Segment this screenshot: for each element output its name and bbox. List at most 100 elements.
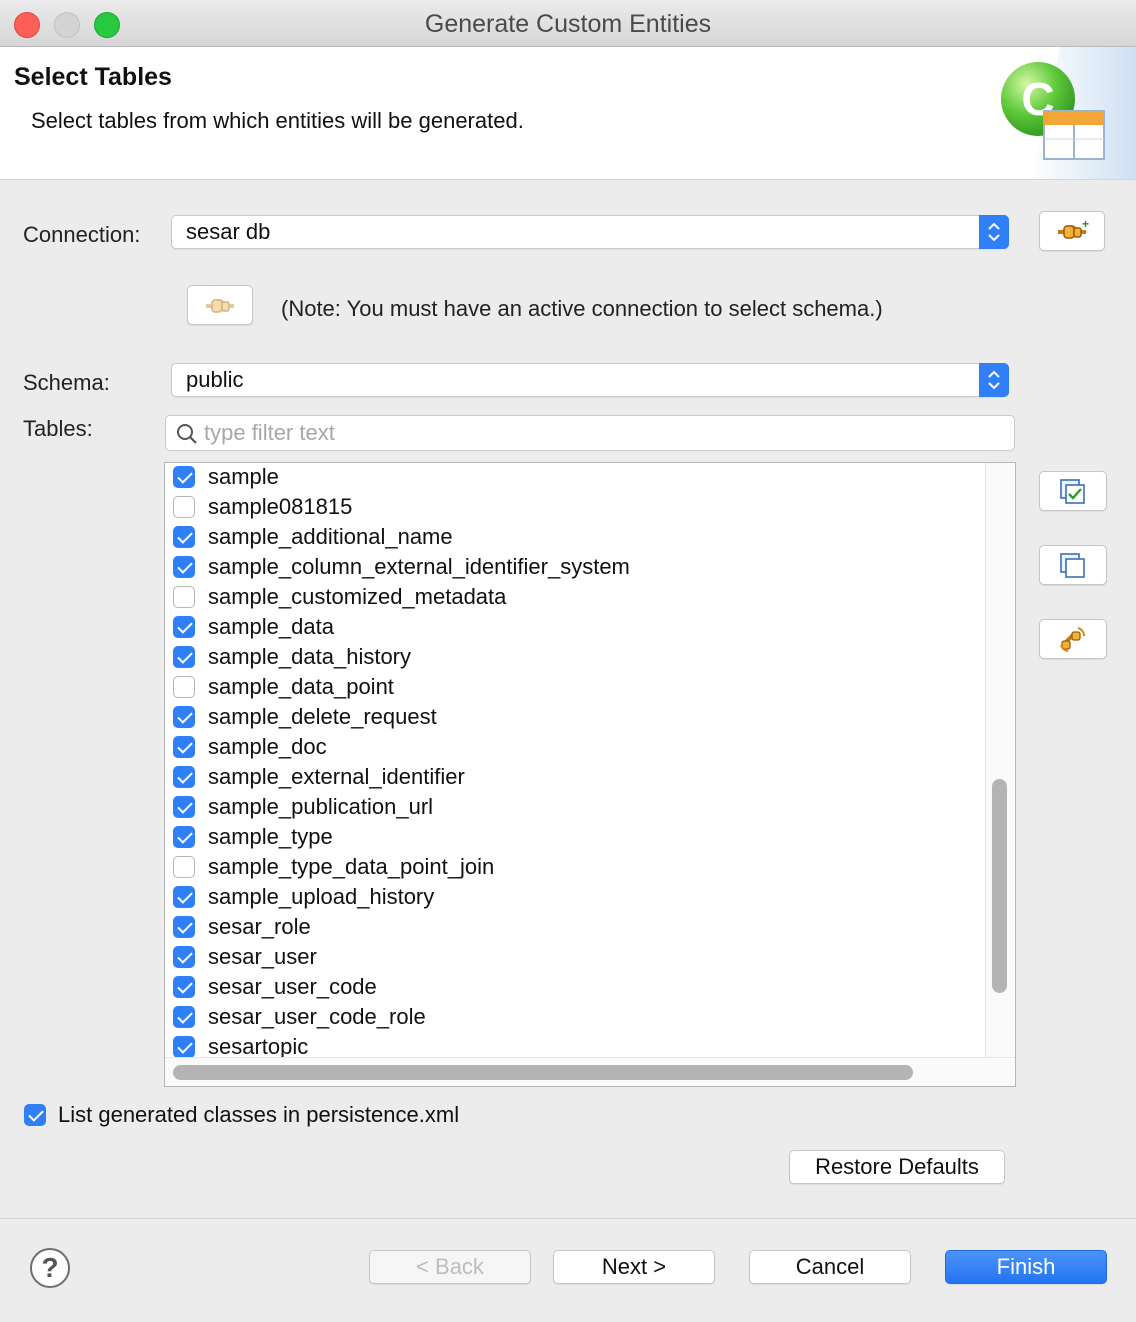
table-name: sesar_role — [208, 914, 311, 939]
table-row[interactable]: sample081815 — [165, 493, 985, 523]
restore-defaults-button[interactable]: Restore Defaults — [789, 1150, 1005, 1184]
horizontal-scroll-thumb[interactable] — [173, 1065, 913, 1080]
table-name: sesar_user_code — [208, 974, 377, 999]
table-name: sample_delete_request — [208, 704, 437, 729]
schema-select[interactable]: public — [171, 363, 1009, 397]
table-checkbox[interactable] — [173, 736, 195, 758]
window-title: Generate Custom Entities — [424, 10, 712, 38]
table-row[interactable]: sample_delete_request — [165, 703, 985, 733]
cancel-button[interactable]: Cancel — [749, 1250, 911, 1284]
connect-icon — [206, 299, 234, 313]
table-row[interactable]: sample_upload_history — [165, 883, 985, 913]
table-checkbox[interactable] — [173, 646, 195, 668]
table-row[interactable]: sample_type — [165, 823, 985, 853]
chevron-updown-icon — [979, 363, 1009, 397]
vertical-scroll-thumb[interactable] — [992, 779, 1007, 993]
footer-divider — [0, 1218, 1136, 1219]
tables-filter — [165, 415, 1015, 451]
table-checkbox[interactable] — [173, 526, 195, 548]
table-name: sample_type_data_point_join — [208, 854, 495, 879]
table-checkbox[interactable] — [173, 766, 195, 788]
finish-button[interactable]: Finish — [945, 1250, 1107, 1284]
table-checkbox[interactable] — [173, 796, 195, 818]
table-row[interactable]: sample_data_point — [165, 673, 985, 703]
next-button[interactable]: Next > — [553, 1250, 715, 1284]
table-checkbox[interactable] — [173, 1006, 195, 1028]
table-name: sample_data — [208, 614, 334, 639]
persistence-checkbox[interactable] — [24, 1104, 46, 1126]
table-name: sample_doc — [208, 734, 327, 759]
table-checkbox[interactable] — [173, 976, 195, 998]
table-checkbox[interactable] — [173, 1036, 195, 1058]
table-checkbox[interactable] — [173, 496, 195, 518]
table-row[interactable]: sample — [165, 463, 985, 493]
table-name: sample_upload_history — [208, 884, 435, 909]
table-checkbox[interactable] — [173, 916, 195, 938]
table-row[interactable]: sample_customized_metadata — [165, 583, 985, 613]
table-checkbox[interactable] — [173, 826, 195, 848]
connection-label: Connection: — [23, 222, 141, 247]
table-checkbox[interactable] — [173, 556, 195, 578]
table-name: sample_data_history — [208, 644, 412, 669]
table-name: sample_additional_name — [208, 524, 453, 549]
reconnect-button[interactable] — [187, 285, 253, 325]
wizard-banner-icon: C — [1001, 47, 1136, 179]
page-description: Select tables from which entities will b… — [31, 108, 524, 133]
table-name: sample081815 — [208, 494, 353, 519]
page-title: Select Tables — [14, 63, 172, 91]
table-name: sample_external_identifier — [208, 764, 465, 789]
table-name: sample — [208, 464, 279, 489]
table-name: sesar_user_code_role — [208, 1004, 426, 1029]
tables-list: sample sample081815 sample_additional_name… — [164, 462, 1016, 1087]
refresh-connection-icon — [1060, 627, 1085, 652]
schema-note: (Note: You must have an active connectio… — [281, 296, 883, 321]
table-row[interactable]: sample_external_identifier — [165, 763, 985, 793]
schema-label: Schema: — [23, 370, 110, 395]
table-row[interactable]: sesar_role — [165, 913, 985, 943]
tables-label: Tables: — [23, 416, 93, 441]
svg-text:+: + — [1082, 218, 1089, 231]
schema-value: public — [186, 367, 244, 392]
add-connection-button[interactable]: + — [1039, 211, 1105, 251]
table-row[interactable]: sesar_user_code — [165, 973, 985, 1003]
title-bar: Generate Custom Entities — [0, 0, 1136, 47]
back-button[interactable]: < Back — [369, 1250, 531, 1284]
table-name: sesar_user — [208, 944, 317, 969]
table-checkbox[interactable] — [173, 616, 195, 638]
help-button[interactable]: ? — [30, 1248, 70, 1288]
table-row[interactable]: sample_data_history — [165, 643, 985, 673]
add-connection-icon: + — [1058, 218, 1089, 239]
table-row[interactable]: sesar_user — [165, 943, 985, 973]
filter-input[interactable] — [202, 418, 1006, 448]
wizard-header: Select Tables Select tables from which e… — [0, 47, 1136, 180]
table-row[interactable]: sample_additional_name — [165, 523, 985, 553]
table-name: sample_type — [208, 824, 333, 849]
table-row[interactable]: sesar_user_code_role — [165, 1003, 985, 1033]
table-checkbox[interactable] — [173, 886, 195, 908]
table-row[interactable]: sample_type_data_point_join — [165, 853, 985, 883]
table-name: sample_publication_url — [208, 794, 434, 819]
deselect-all-button[interactable] — [1039, 545, 1107, 585]
table-name: sample_data_point — [208, 674, 394, 699]
table-name: sample_customized_metadata — [208, 584, 507, 609]
search-icon — [177, 424, 197, 444]
refresh-tables-button[interactable] — [1039, 619, 1107, 659]
table-checkbox[interactable] — [173, 856, 195, 878]
table-checkbox[interactable] — [173, 706, 195, 728]
table-checkbox[interactable] — [173, 946, 195, 968]
connection-value: sesar db — [186, 219, 271, 244]
table-row[interactable]: sample_column_external_identifier_system — [165, 553, 985, 583]
table-checkbox[interactable] — [173, 586, 195, 608]
table-name: sample_column_external_identifier_system — [208, 554, 630, 579]
select-all-icon — [1060, 479, 1085, 504]
deselect-all-icon — [1060, 553, 1085, 578]
connection-select[interactable]: sesar db — [171, 215, 1009, 249]
table-row[interactable]: sample_data — [165, 613, 985, 643]
table-checkbox[interactable] — [173, 676, 195, 698]
table-checkbox[interactable] — [173, 466, 195, 488]
table-row[interactable]: sample_doc — [165, 733, 985, 763]
table-row[interactable]: sample_publication_url — [165, 793, 985, 823]
persistence-label: List generated classes in persistence.xm… — [58, 1102, 460, 1127]
tables-rows: sample sample081815 sample_additional_name… — [165, 463, 985, 1063]
select-all-button[interactable] — [1039, 471, 1107, 511]
